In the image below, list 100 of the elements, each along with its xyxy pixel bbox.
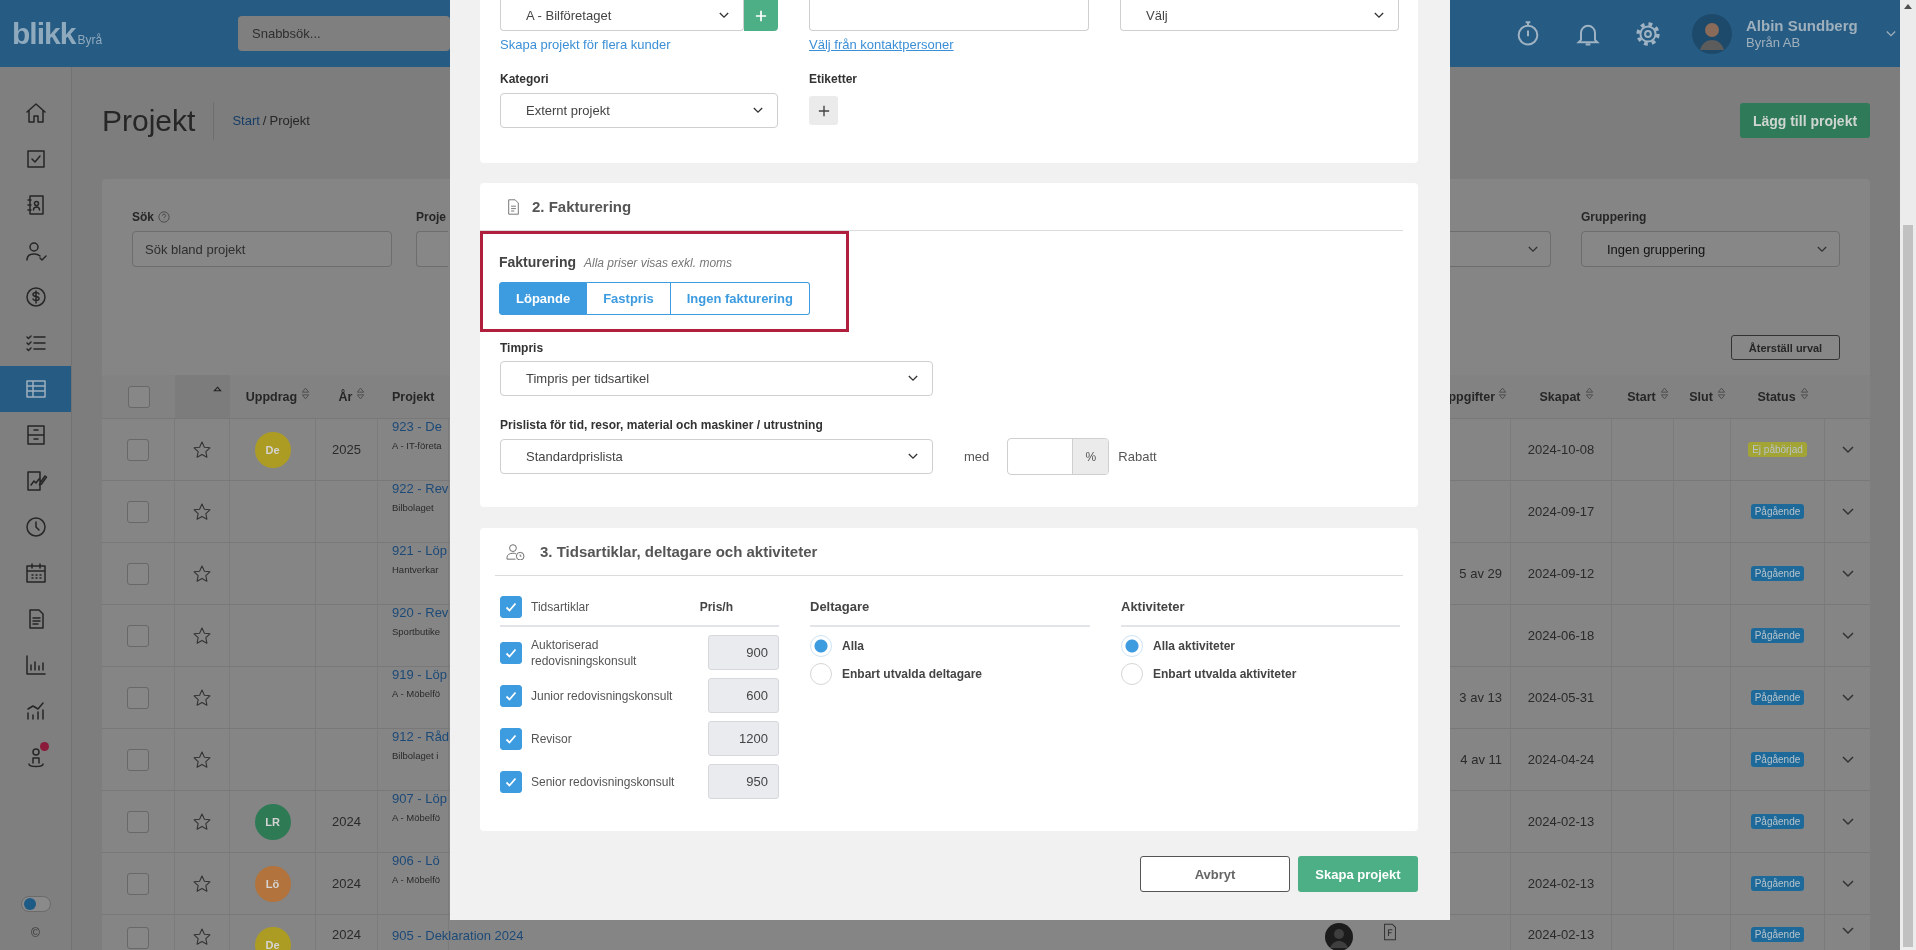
star-icon[interactable] (192, 439, 212, 460)
star-icon[interactable] (192, 625, 212, 646)
category-select[interactable]: Externt projekt (500, 93, 778, 128)
cancel-button[interactable]: Avbryt (1140, 856, 1290, 892)
radio-button[interactable] (810, 635, 832, 657)
row-checkbox[interactable] (127, 438, 149, 461)
avatar-icon[interactable] (1692, 13, 1732, 54)
radio-label[interactable]: Alla (842, 639, 864, 653)
column-header[interactable]: Status (1757, 389, 1796, 404)
nav-button[interactable] (0, 366, 71, 412)
column-header[interactable]: Skapat (1539, 389, 1581, 404)
column-header[interactable]: Slut (1689, 389, 1713, 404)
row-checkbox[interactable] (127, 872, 149, 895)
chevron-down-icon[interactable] (1841, 817, 1854, 826)
add-customer-button[interactable] (744, 0, 778, 31)
billing-option[interactable]: Ingen fakturering (670, 282, 810, 315)
sort-icon[interactable] (1659, 387, 1669, 400)
caret-icon[interactable] (1886, 29, 1896, 38)
sort-icon[interactable] (1799, 387, 1809, 400)
checkbox[interactable] (500, 684, 522, 707)
breadcrumb-link[interactable]: Start (232, 113, 260, 128)
star-icon[interactable] (192, 563, 212, 584)
chevron-down-icon[interactable] (1841, 693, 1854, 702)
chevron-down-icon[interactable] (1841, 755, 1854, 764)
row-checkbox[interactable] (127, 624, 149, 647)
radio-label[interactable]: Enbart utvalda deltagare (842, 667, 983, 681)
project-link[interactable]: 921 - Löp (392, 543, 447, 558)
chevron-down-icon[interactable] (1841, 927, 1854, 935)
scroll-up-icon[interactable] (1904, 4, 1912, 9)
customer-select[interactable]: A - Bilföretaget (500, 0, 744, 31)
row-checkbox[interactable] (127, 927, 149, 949)
add-project-button[interactable]: Lägg till projekt (1740, 103, 1870, 138)
reset-button[interactable]: Återställ urval (1731, 335, 1840, 360)
price-field[interactable]: 1200 (708, 721, 779, 756)
project-link[interactable]: 905 - Deklaration 2024 (392, 928, 524, 943)
star-icon[interactable] (192, 927, 212, 947)
column-header[interactable]: Uppdrag (245, 389, 298, 404)
document-icon[interactable] (1383, 923, 1397, 941)
create-project-button[interactable]: Skapa projekt (1298, 856, 1418, 892)
hourly-rate-select[interactable]: Timpris per tidsartikel (500, 361, 933, 396)
logo[interactable]: blikk (12, 18, 76, 49)
sort-icon[interactable] (356, 387, 366, 400)
billing-option[interactable]: Fastpris (587, 282, 671, 315)
discount-field[interactable]: % (1007, 438, 1110, 475)
column-header[interactable]: År (338, 389, 353, 404)
chevron-down-icon[interactable] (1841, 569, 1854, 578)
sort-ascending-icon[interactable] (213, 386, 222, 392)
grouping-select[interactable]: Ingen gruppering (1581, 231, 1840, 267)
column-header[interactable]: ppgifter (1448, 389, 1495, 404)
star-icon[interactable] (192, 811, 212, 832)
checkbox[interactable] (500, 595, 522, 618)
star-icon[interactable] (192, 873, 212, 894)
project-link[interactable]: 923 - De (392, 419, 442, 434)
choose-select[interactable]: Välj (1120, 0, 1399, 31)
project-search-field[interactable]: Sök bland projekt (132, 231, 392, 267)
radio-label[interactable]: Enbart utvalda aktiviteter (1153, 667, 1297, 681)
project-link[interactable]: 912 - Råd (392, 729, 450, 744)
row-checkbox[interactable] (127, 500, 149, 523)
project-link[interactable]: 919 - Löp (392, 667, 447, 682)
checkbox[interactable] (500, 770, 522, 793)
star-icon[interactable] (192, 501, 212, 522)
sort-icon[interactable] (1716, 387, 1726, 400)
settings-icon[interactable] (1634, 19, 1662, 48)
project-link[interactable]: 906 - Lö (392, 853, 440, 868)
star-icon[interactable] (192, 687, 212, 708)
project-link[interactable]: 922 - Rev (392, 481, 449, 496)
theme-toggle[interactable] (20, 896, 51, 912)
billing-option[interactable]: Löpande (499, 282, 588, 315)
row-checkbox[interactable] (127, 810, 149, 833)
column-header[interactable]: Start (1627, 389, 1656, 404)
price-field[interactable]: 600 (708, 678, 779, 713)
checkbox[interactable] (500, 641, 522, 664)
chevron-down-icon[interactable] (1841, 879, 1854, 888)
chevron-down-icon[interactable] (1841, 445, 1854, 454)
scrollbar[interactable] (1900, 0, 1916, 950)
project-link[interactable]: 920 - Rev (392, 605, 449, 620)
project-link[interactable]: 907 - Löp (392, 791, 447, 806)
sort-icon[interactable] (1584, 387, 1594, 400)
contact-field[interactable] (809, 0, 1089, 31)
sort-icon[interactable] (301, 387, 311, 400)
sort-icon[interactable] (1498, 387, 1507, 400)
search-field[interactable]: Snabbsök... (238, 16, 450, 51)
multi-customer-link[interactable]: Skapa projekt för flera kunder (500, 37, 671, 52)
price-field[interactable]: 900 (708, 635, 779, 670)
row-checkbox[interactable] (127, 562, 149, 585)
select-all-checkbox[interactable] (127, 385, 150, 408)
radio-button[interactable] (1121, 635, 1143, 657)
add-tag-button[interactable] (809, 96, 838, 125)
column-header[interactable]: Projekt (392, 389, 435, 404)
contact-link[interactable]: Välj från kontaktpersoner (809, 37, 954, 52)
help-icon[interactable] (158, 211, 170, 223)
row-checkbox[interactable] (127, 748, 149, 771)
star-icon[interactable] (192, 749, 212, 770)
radio-label[interactable]: Alla aktiviteter (1153, 639, 1236, 653)
price-field[interactable]: 950 (708, 764, 779, 799)
row-checkbox[interactable] (127, 686, 149, 709)
price-list-select[interactable]: Standardprislista (500, 439, 933, 474)
chevron-down-icon[interactable] (1841, 507, 1854, 516)
checkbox[interactable] (500, 727, 522, 750)
chevron-down-icon[interactable] (1841, 631, 1854, 640)
